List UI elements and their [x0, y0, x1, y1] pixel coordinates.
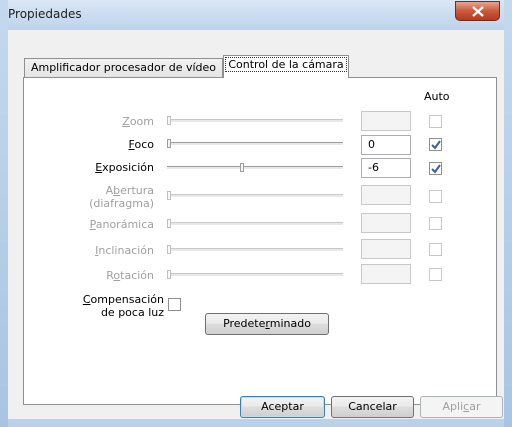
tab-camera-control-label: Control de la cámara — [225, 57, 347, 72]
aperture-slider-thumb[interactable] — [167, 191, 171, 200]
close-button[interactable] — [455, 1, 500, 21]
tilt-value-field[interactable] — [361, 239, 411, 259]
aperture-value-field[interactable] — [361, 185, 411, 205]
exposure-label: Exposición — [95, 161, 154, 174]
window-frame-right — [504, 0, 512, 427]
exposure-slider[interactable] — [167, 166, 343, 170]
aperture-label: Abertura (diafragma) — [89, 184, 154, 210]
checkmark-icon — [431, 164, 441, 174]
pan-slider[interactable] — [167, 222, 343, 226]
low-light-label: Compensación de poca luz — [82, 293, 164, 319]
focus-slider-thumb[interactable] — [167, 139, 171, 148]
close-icon — [472, 6, 484, 17]
roll-label: Rotación — [106, 269, 154, 282]
focus-auto-checkbox[interactable] — [429, 138, 442, 151]
tab-video-amp[interactable]: Amplificador procesador de vídeo — [24, 58, 223, 78]
window-title: Propiedades — [8, 7, 82, 21]
roll-value-field[interactable] — [361, 264, 411, 284]
tilt-slider[interactable] — [167, 248, 343, 252]
focus-slider[interactable] — [167, 142, 343, 146]
exposure-auto-checkbox[interactable] — [429, 162, 442, 175]
default-button[interactable]: Predeterminado — [205, 313, 329, 335]
zoom-auto-checkbox[interactable] — [429, 115, 442, 128]
properties-dialog: Propiedades Amplificador procesador de v… — [0, 0, 512, 427]
pan-label: Panorámica — [89, 218, 154, 231]
title-bar[interactable]: Propiedades — [0, 0, 512, 30]
aperture-auto-checkbox[interactable] — [429, 190, 442, 203]
roll-slider-thumb[interactable] — [167, 270, 171, 279]
zoom-value-field[interactable] — [361, 111, 411, 131]
exposure-value-field[interactable]: -6 — [361, 158, 411, 178]
tab-video-amp-label: Amplificador procesador de vídeo — [30, 61, 217, 74]
focus-label: Foco — [128, 138, 154, 151]
tilt-slider-thumb[interactable] — [167, 245, 171, 254]
window-frame-left — [0, 0, 8, 427]
focus-value-field[interactable]: 0 — [361, 135, 411, 155]
checkmark-icon — [431, 140, 441, 150]
pan-auto-checkbox[interactable] — [429, 217, 442, 230]
auto-column-header: Auto — [424, 90, 450, 103]
zoom-slider[interactable] — [167, 119, 343, 123]
roll-slider[interactable] — [167, 273, 343, 277]
apply-button[interactable]: Aplicar — [420, 396, 503, 418]
tilt-auto-checkbox[interactable] — [429, 243, 442, 256]
zoom-label: Zoom — [122, 115, 154, 128]
zoom-slider-thumb[interactable] — [167, 116, 171, 125]
cancel-button[interactable]: Cancelar — [331, 396, 414, 418]
roll-auto-checkbox[interactable] — [429, 268, 442, 281]
pan-value-field[interactable] — [361, 213, 411, 233]
exposure-slider-thumb[interactable] — [240, 163, 244, 172]
low-light-checkbox[interactable] — [168, 298, 181, 311]
pan-slider-thumb[interactable] — [167, 219, 171, 228]
ok-button[interactable]: Aceptar — [240, 396, 325, 418]
tab-camera-control[interactable]: Control de la cámara — [223, 55, 349, 78]
tilt-label: Inclinación — [95, 244, 154, 257]
aperture-slider[interactable] — [167, 194, 343, 198]
